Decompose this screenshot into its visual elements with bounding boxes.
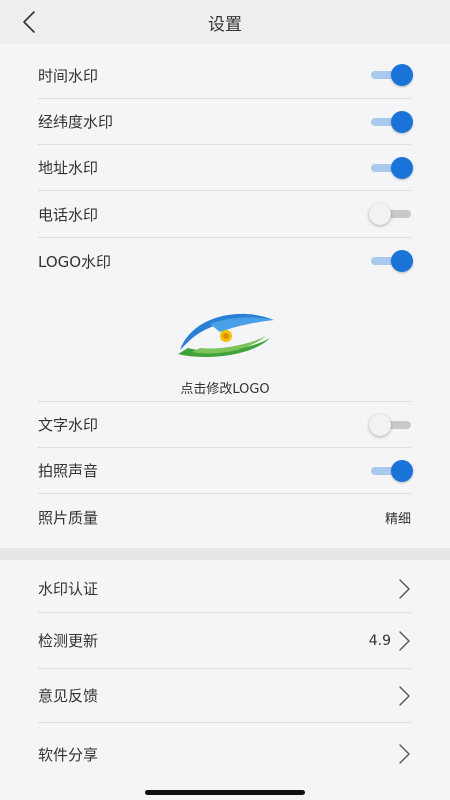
setting-label: 文字水印 (38, 416, 99, 434)
logo-image[interactable] (170, 308, 280, 364)
menu-item-share-app[interactable]: 软件分享 (38, 723, 411, 785)
address-watermark-toggle[interactable] (369, 156, 413, 179)
nav-bar: 设置 (0, 0, 450, 44)
time-watermark-toggle[interactable] (369, 64, 413, 86)
menu-label: 软件分享 (38, 745, 99, 764)
menu-item-check-update[interactable]: 检测更新 4.9 (38, 613, 411, 669)
home-indicator (145, 790, 305, 795)
change-logo-link[interactable]: 点击修改LOGO (0, 378, 450, 397)
setting-label: 照片质量 (38, 508, 99, 527)
setting-row-text-watermark: 文字水印 (38, 402, 411, 448)
eye-logo-icon (178, 313, 274, 357)
menu-label: 检测更新 (38, 632, 99, 650)
setting-label: 时间水印 (38, 66, 99, 85)
chevron-right-icon (399, 685, 410, 706)
setting-row-shutter-sound: 拍照声音 (38, 448, 413, 494)
chevron-right-icon (399, 630, 410, 651)
menu-item-feedback[interactable]: 意见反馈 (38, 669, 411, 723)
page-title: 设置 (208, 14, 242, 35)
menu-label: 水印认证 (38, 580, 99, 598)
setting-label: LOGO水印 (38, 252, 112, 271)
setting-row-address-watermark: 地址水印 (38, 145, 413, 191)
photo-quality-value: 精细 (384, 511, 411, 527)
version-number: 4.9 (368, 632, 391, 649)
setting-row-photo-quality[interactable]: 照片质量 精细 (38, 494, 411, 540)
chevron-right-icon (399, 578, 410, 599)
chevron-right-icon (399, 744, 410, 764)
phone-watermark-toggle[interactable] (369, 203, 411, 225)
menu-item-watermark-verification[interactable]: 水印认证 (38, 565, 411, 613)
setting-label: 拍照声音 (38, 462, 99, 480)
text-watermark-toggle[interactable] (369, 413, 411, 436)
menu-label: 意见反馈 (38, 687, 99, 705)
setting-label: 电话水印 (38, 205, 99, 224)
logo-watermark-toggle[interactable] (369, 250, 413, 272)
setting-row-time-watermark: 时间水印 (38, 52, 413, 99)
setting-row-phone-watermark: 电话水印 (38, 191, 411, 238)
setting-row-logo-watermark: LOGO水印 (38, 238, 413, 284)
setting-label: 地址水印 (38, 159, 99, 177)
shutter-sound-toggle[interactable] (369, 459, 413, 482)
coordinates-watermark-toggle[interactable] (369, 110, 413, 133)
back-arrow-icon (23, 11, 35, 33)
section-separator (0, 548, 450, 560)
back-button[interactable] (16, 8, 42, 36)
setting-label: 经纬度水印 (38, 113, 114, 131)
setting-row-coordinates-watermark: 经纬度水印 (38, 99, 413, 145)
